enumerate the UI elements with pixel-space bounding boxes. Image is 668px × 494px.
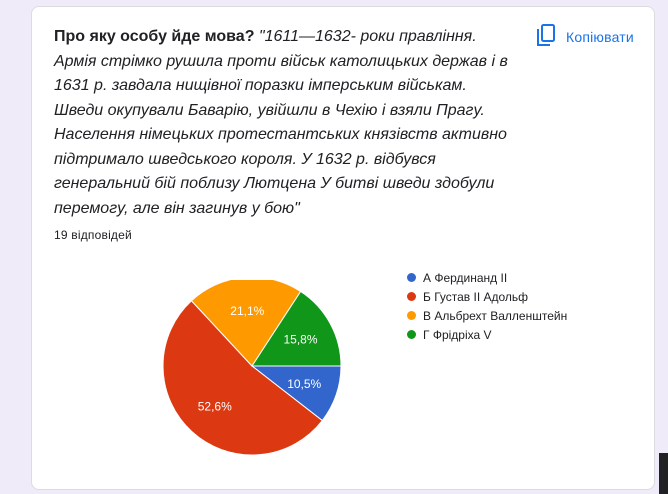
scrollbar-edge [659, 453, 668, 494]
pie-chart: 10,5% 52,6% 21,1% 15,8% [162, 280, 342, 456]
legend-label: Г Фрідріха V [423, 327, 492, 342]
legend-item: А Фердинанд ІІ [407, 268, 567, 287]
legend-label: А Фердинанд ІІ [423, 270, 508, 285]
pie-slice-label: 52,6% [198, 400, 232, 414]
chart-legend: А Фердинанд ІІ Б Густав ІІ Адольф В Альбре… [407, 268, 567, 344]
pie-slice-label: 10,5% [287, 377, 321, 391]
legend-item: В Альбрехт Валленштейн [407, 306, 567, 325]
pie-slice-label: 21,1% [230, 304, 264, 318]
legend-item: Б Густав ІІ Адольф [407, 287, 567, 306]
legend-label: Б Густав ІІ Адольф [423, 289, 529, 304]
copy-icon [536, 23, 556, 52]
copy-button-label: Копіювати [566, 29, 634, 45]
question-quote: "1611—1632- роки правління. Армія стрімк… [54, 28, 508, 217]
legend-label: В Альбрехт Валленштейн [423, 308, 568, 323]
question-title: Про яку особу йде мова? [54, 28, 255, 45]
legend-color-dot [407, 292, 416, 301]
copy-button[interactable]: Копіювати [536, 23, 634, 51]
legend-color-dot [407, 311, 416, 320]
legend-color-dot [407, 330, 416, 339]
responses-count: 19 відповідей [54, 228, 132, 242]
legend-item: Г Фрідріха V [407, 325, 567, 344]
pie-slice-label: 15,8% [284, 333, 318, 347]
legend-color-dot [407, 273, 416, 282]
question-text: Про яку особу йде мова? "1611—1632- роки… [54, 25, 516, 221]
